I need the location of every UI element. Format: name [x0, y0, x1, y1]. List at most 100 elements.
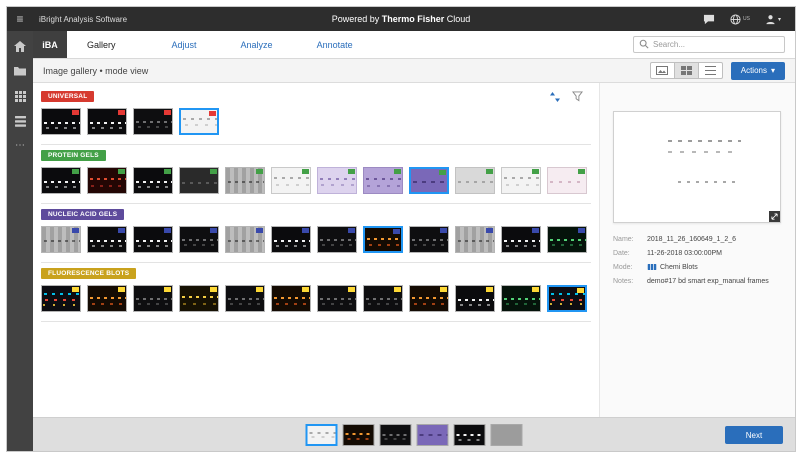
filter-funnel-icon[interactable]	[572, 91, 583, 102]
image-thumbnail-selected[interactable]	[363, 226, 403, 253]
user-caret-icon: ▾	[778, 16, 781, 23]
image-thumbnail[interactable]	[133, 226, 173, 253]
section-label: NUCLEIC ACID GELS	[41, 209, 124, 220]
filmstrip-thumbnail-selected[interactable]	[306, 424, 338, 446]
image-thumbnail-selected[interactable]	[547, 285, 587, 312]
folder-icon[interactable]	[7, 64, 33, 78]
image-thumbnail[interactable]	[225, 226, 265, 253]
image-thumbnail[interactable]	[179, 167, 219, 194]
image-thumbnail[interactable]	[317, 167, 357, 194]
image-thumbnail[interactable]	[501, 226, 541, 253]
image-thumbnail[interactable]	[455, 285, 495, 312]
image-thumbnail[interactable]	[225, 167, 265, 194]
image-thumbnail[interactable]	[363, 285, 403, 312]
powered-prefix: Powered by	[332, 14, 380, 24]
image-thumbnail[interactable]	[363, 167, 403, 194]
image-thumbnail[interactable]	[87, 167, 127, 194]
image-thumbnail[interactable]	[547, 167, 587, 194]
details-panel: Name:2018_11_26_160649_1_2_6Date:11-26-2…	[599, 83, 795, 417]
mode-tag	[348, 287, 355, 292]
image-thumbnail[interactable]	[87, 108, 127, 135]
mode-tag	[532, 228, 539, 233]
image-thumbnail[interactable]	[317, 285, 357, 312]
section-label: FLUORESCENCE BLOTS	[41, 268, 136, 279]
mode-tag	[256, 169, 263, 174]
library-icon[interactable]	[7, 114, 33, 128]
mode-tag	[486, 287, 493, 292]
image-thumbnail-selected[interactable]	[179, 108, 219, 135]
hamburger-menu-icon[interactable]: ≡	[7, 7, 33, 31]
image-thumbnail[interactable]	[271, 167, 311, 194]
image-thumbnail[interactable]	[41, 167, 81, 194]
user-icon[interactable]: ▾	[765, 14, 781, 25]
mode-tag	[577, 288, 584, 293]
brand-suffix: Cloud	[447, 14, 471, 24]
image-thumbnail[interactable]	[179, 226, 219, 253]
grid-view-icon[interactable]	[674, 62, 699, 79]
image-thumbnail[interactable]	[501, 167, 541, 194]
image-thumbnail[interactable]	[87, 285, 127, 312]
next-button[interactable]: Next	[725, 426, 783, 444]
filmstrip-thumbnail[interactable]	[491, 424, 523, 446]
image-thumbnail[interactable]	[455, 167, 495, 194]
mode-tag	[256, 287, 263, 292]
tab-annotate[interactable]: Annotate	[295, 31, 375, 58]
field-label: Date:	[613, 249, 647, 258]
preview-image[interactable]	[613, 111, 781, 223]
image-thumbnail[interactable]	[41, 108, 81, 135]
filmstrip-thumbnail[interactable]	[454, 424, 486, 446]
image-thumbnail[interactable]	[225, 285, 265, 312]
image-thumbnail[interactable]	[133, 108, 173, 135]
image-thumbnail[interactable]	[501, 285, 541, 312]
apps-grid-icon[interactable]	[7, 89, 33, 103]
main-content: UNIVERSAL PROTEIN GELSNUCLEIC ACID GELSF…	[33, 83, 795, 417]
mode-tag	[302, 228, 309, 233]
image-thumbnail[interactable]	[317, 226, 357, 253]
sort-icon[interactable]	[550, 92, 560, 102]
image-view-icon[interactable]	[650, 62, 675, 79]
thumbnail-row	[41, 226, 591, 253]
image-thumbnail[interactable]	[409, 226, 449, 253]
filmstrip-thumbnail[interactable]	[343, 424, 375, 446]
home-icon[interactable]	[7, 39, 33, 53]
image-thumbnail[interactable]	[179, 285, 219, 312]
expand-icon[interactable]	[769, 211, 780, 222]
mode-tag	[302, 287, 309, 292]
iba-logo[interactable]: iBA	[33, 31, 67, 58]
tab-gallery[interactable]: Gallery	[67, 31, 146, 58]
image-thumbnail[interactable]	[87, 226, 127, 253]
tab-analyze[interactable]: Analyze	[219, 31, 295, 58]
image-thumbnail[interactable]	[271, 285, 311, 312]
search-box[interactable]	[633, 36, 785, 53]
image-thumbnail-selected[interactable]	[409, 167, 449, 194]
mode-tag	[118, 169, 125, 174]
more-ellipsis-icon[interactable]: ⋯	[7, 139, 33, 153]
search-input[interactable]	[653, 40, 779, 49]
tab-adjust[interactable]: Adjust	[150, 31, 219, 58]
image-thumbnail[interactable]	[133, 285, 173, 312]
image-thumbnail[interactable]	[41, 285, 81, 312]
image-thumbnail[interactable]	[455, 226, 495, 253]
mode-tag	[440, 228, 447, 233]
search-icon	[639, 36, 649, 54]
mode-tag	[348, 169, 355, 174]
image-thumbnail[interactable]	[547, 226, 587, 253]
globe-icon[interactable]: US	[730, 14, 750, 25]
image-thumbnail[interactable]	[133, 167, 173, 194]
image-thumbnail[interactable]	[409, 285, 449, 312]
filmstrip-thumbnail[interactable]	[380, 424, 412, 446]
actions-button[interactable]: Actions ▾	[731, 62, 785, 80]
image-thumbnail[interactable]	[41, 226, 81, 253]
chevron-down-icon: ▾	[771, 66, 775, 75]
filmstrip	[306, 424, 523, 446]
detail-field: Mode:Chemi Blots	[613, 263, 782, 272]
mode-tag	[302, 169, 309, 174]
filmstrip-thumbnail[interactable]	[417, 424, 449, 446]
mode-tag	[72, 169, 79, 174]
list-view-icon[interactable]	[698, 62, 723, 79]
sidebar: ⋯	[7, 31, 33, 451]
image-thumbnail[interactable]	[271, 226, 311, 253]
topbar-actions: US ▾	[703, 14, 795, 25]
mode-tag	[578, 169, 585, 174]
chat-icon[interactable]	[703, 14, 715, 25]
